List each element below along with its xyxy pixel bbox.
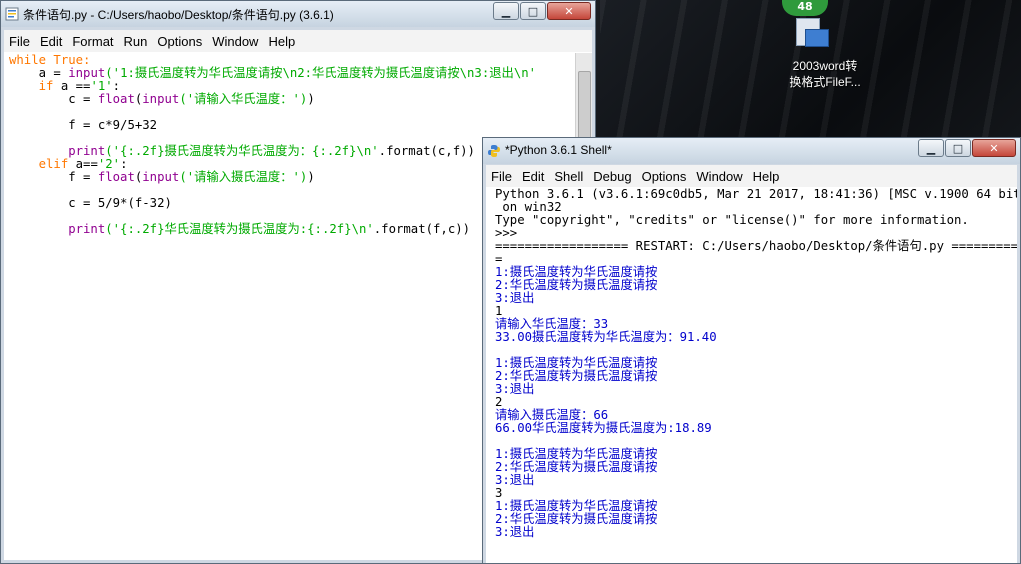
minimize-button[interactable]: ▁ (918, 139, 944, 157)
python-logo-icon (488, 145, 500, 157)
desktop-shortcut-label: 2003word转 换格式FileF... (789, 59, 861, 89)
editor-titlebar[interactable]: 条件语句.py - C:/Users/haobo/Desktop/条件语句.py… (1, 1, 595, 27)
shell-window: *Python 3.6.1 Shell* ▁ □ ✕ File Edit Shell… (482, 137, 1021, 564)
shell-output-pane[interactable]: Python 3.6.1 (v3.6.1:69c0db5, Mar 21 201… (486, 187, 1017, 563)
code-token: : (120, 157, 128, 171)
menu-format[interactable]: Format (67, 30, 118, 52)
shell-title: *Python 3.6.1 Shell* (505, 143, 612, 157)
code-token: a== (68, 157, 98, 171)
maximize-button[interactable]: □ (945, 139, 971, 157)
menu-help[interactable]: Help (263, 30, 300, 52)
menu-edit[interactable]: Edit (35, 30, 67, 52)
code-token: input (142, 170, 180, 184)
menu-debug[interactable]: Debug (588, 165, 636, 187)
shell-line: 2:华氏温度转为摄氏温度请按 (495, 369, 658, 383)
code-token: input (142, 92, 180, 106)
menu-run[interactable]: Run (119, 30, 153, 52)
shell-line: 2:华氏温度转为摄氏温度请按 (495, 512, 658, 526)
maximize-button[interactable]: □ (520, 2, 546, 20)
close-button[interactable]: ✕ (547, 2, 591, 20)
code-token: ('请输入华氏温度：') (179, 92, 308, 106)
code-token: float (97, 170, 135, 184)
installer-icon (796, 18, 829, 47)
shell-titlebar[interactable]: *Python 3.6.1 Shell* ▁ □ ✕ (483, 138, 1020, 164)
shell-menubar: File Edit Shell Debug Options Window Help (486, 165, 1017, 188)
code-token: ) (307, 92, 315, 106)
menu-file[interactable]: File (4, 30, 35, 52)
python-file-icon (5, 7, 19, 21)
code-line: c = float(input('请输入华氏温度：')) (9, 93, 592, 106)
code-token: '2' (97, 157, 121, 171)
code-token: f = (9, 170, 98, 184)
desktop-shortcut-word-converter[interactable]: 48 2003word转 换格式FileF... (780, 0, 870, 96)
code-token: float (97, 92, 135, 106)
code-token: print (9, 144, 106, 158)
code-token: a = (9, 66, 69, 80)
code-token: .format(f,c)) (373, 222, 471, 236)
shell-line: 3:退出 (495, 473, 535, 487)
shell-line: Python 3.6.1 (v3.6.1:69c0db5, Mar 21 201… (495, 187, 1017, 201)
shell-line: 33.00摄氏温度转为华氏温度为：91.40 (495, 330, 717, 344)
code-token: if (9, 79, 54, 93)
code-token: : (112, 79, 121, 93)
shell-line: 3:退出 (495, 291, 535, 305)
editor-title: 条件语句.py - C:/Users/haobo/Desktop/条件语句.py… (23, 8, 334, 22)
code-token: a == (53, 79, 91, 93)
menu-options[interactable]: Options (152, 30, 207, 52)
code-token: f = c*9/5+32 (9, 118, 158, 132)
code-token: elif (9, 157, 69, 171)
code-token: '1' (90, 79, 113, 93)
menu-shell[interactable]: Shell (549, 165, 588, 187)
shell-line: 66.00华氏温度转为摄氏温度为:18.89 (495, 421, 712, 435)
code-token: .format(c,f)) (378, 144, 475, 158)
code-line: f = c*9/5+32 (9, 119, 592, 132)
shell-line: Type "copyright", "credits" or "license(… (495, 213, 969, 227)
code-token: c = (9, 92, 98, 106)
code-token: ('1:摄氏温度转为华氏温度请按\n2:华氏温度转为摄氏温度请按\n3:退出\n… (105, 66, 537, 80)
code-token: ) (307, 170, 315, 184)
shell-line: 2:华氏温度转为摄氏温度请按 (495, 460, 658, 474)
shell-line: 2:华氏温度转为摄氏温度请按 (495, 278, 658, 292)
code-token: while True: (9, 53, 91, 67)
code-token: c = 5/9*(f-32) (9, 196, 172, 210)
update-badge: 48 (782, 0, 828, 16)
code-token: print (9, 222, 106, 236)
shell-window-controls: ▁ □ ✕ (917, 139, 1016, 157)
menu-help[interactable]: Help (748, 165, 785, 187)
editor-window-controls: ▁ □ ✕ (492, 2, 591, 20)
code-token: ('{:.2f}华氏温度转为摄氏温度为:{:.2f}\n' (105, 222, 374, 236)
menu-options[interactable]: Options (637, 165, 692, 187)
code-token: ('{:.2f}摄氏温度转为华氏温度为：{:.2f}\n' (105, 144, 379, 158)
minimize-button[interactable]: ▁ (493, 2, 519, 20)
menu-file[interactable]: File (486, 165, 517, 187)
editor-menubar: File Edit Format Run Options Window Help (4, 30, 592, 53)
menu-window[interactable]: Window (691, 165, 747, 187)
shell-output: Python 3.6.1 (v3.6.1:69c0db5, Mar 21 201… (486, 187, 1017, 539)
shell-line: 3:退出 (495, 525, 535, 539)
shell-line: 3:退出 (495, 382, 535, 396)
close-button[interactable]: ✕ (972, 139, 1016, 157)
shell-line: ================== RESTART: C:/Users/hao… (495, 239, 1017, 253)
menu-window[interactable]: Window (207, 30, 263, 52)
code-token: ('请输入摄氏温度：') (179, 170, 308, 184)
code-token: input (68, 66, 106, 80)
menu-edit[interactable]: Edit (517, 165, 549, 187)
